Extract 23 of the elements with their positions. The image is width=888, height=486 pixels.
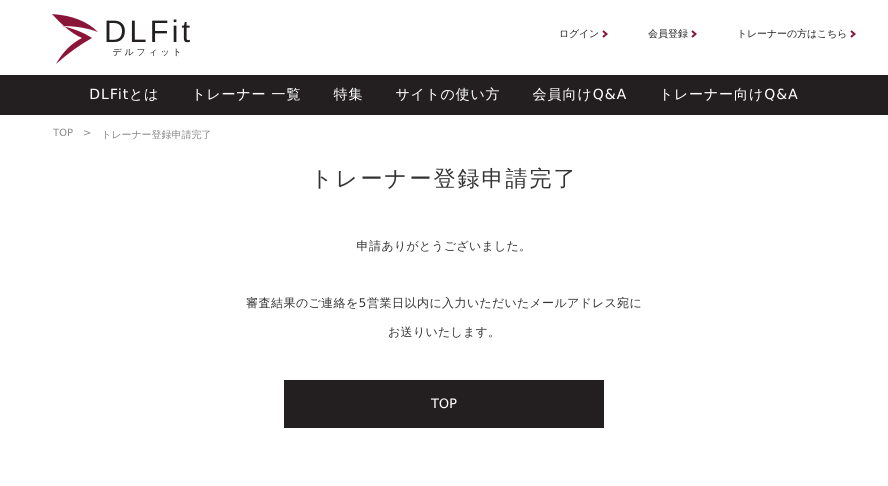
nav-item[interactable]: DLFitとは bbox=[89, 86, 160, 104]
breadcrumb-separator: > bbox=[83, 128, 92, 141]
breadcrumb-item[interactable]: TOP bbox=[53, 128, 74, 142]
logo-reading: デルフィット bbox=[112, 48, 185, 59]
nav-item[interactable]: 特集 bbox=[334, 86, 364, 104]
nav-item[interactable]: サイトの使い方 bbox=[396, 86, 501, 104]
logo-icon bbox=[52, 12, 100, 64]
chevron-icon bbox=[850, 30, 856, 38]
chevron-icon bbox=[602, 30, 608, 38]
nav-item[interactable]: 会員向けQ&A bbox=[532, 86, 628, 104]
message-text: お送りいたします。 bbox=[388, 324, 500, 341]
message-text: 申請ありがとうございました。 bbox=[356, 238, 532, 255]
header-link[interactable]: ログイン bbox=[559, 26, 608, 40]
breadcrumb-item: トレーナー登録申請完了 bbox=[101, 128, 212, 142]
logo-name: DLFit bbox=[104, 16, 194, 48]
message-text: 審査結果のご連絡を5営業日以内に入力いただいたメールアドレス宛に bbox=[246, 295, 642, 312]
page-title: トレーナー登録申請完了 bbox=[310, 166, 578, 194]
header-link[interactable]: トレーナーの方はこちら bbox=[737, 26, 856, 40]
chevron-icon bbox=[691, 30, 697, 38]
header-link[interactable]: 会員登録 bbox=[648, 26, 697, 40]
top-button[interactable]: TOP bbox=[284, 380, 604, 428]
nav-item[interactable]: トレーナー 一覧 bbox=[191, 86, 302, 104]
nav-item[interactable]: トレーナー向けQ&A bbox=[659, 86, 799, 104]
